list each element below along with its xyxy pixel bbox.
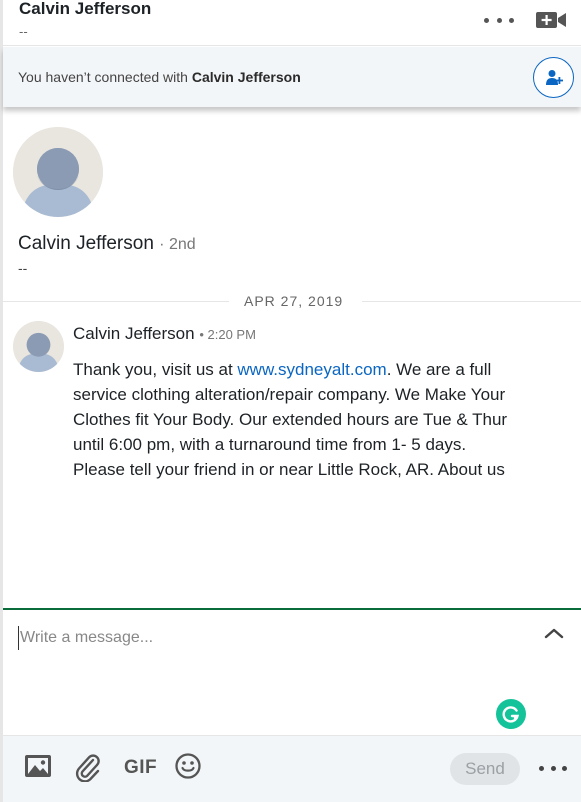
dot (562, 765, 567, 771)
not-connected-banner: You haven’t connected with Calvin Jeffer… (3, 47, 581, 107)
grammarly-g-glyph (502, 706, 520, 723)
paperclip-icon[interactable] (74, 752, 102, 782)
header-contact-name[interactable]: Calvin Jefferson (19, 0, 151, 19)
message-input[interactable] (18, 626, 518, 650)
connection-degree: · 2nd (159, 236, 196, 253)
send-button[interactable]: Send (450, 753, 520, 785)
person-silhouette-icon (13, 127, 103, 217)
video-call-icon[interactable] (536, 11, 566, 29)
message-text-before-link: Thank you, visit us at (73, 360, 238, 379)
dot (509, 17, 514, 23)
person-silhouette-icon (13, 321, 64, 372)
dot (484, 17, 489, 23)
message-composer (3, 610, 581, 735)
dot (539, 765, 544, 771)
message-sender-avatar[interactable] (13, 321, 64, 372)
gif-button[interactable]: GIF (124, 757, 157, 779)
dot (550, 765, 556, 771)
connect-button[interactable] (533, 57, 574, 98)
banner-text-prefix: You haven’t connected with (18, 69, 188, 85)
profile-subtitle: -- (18, 260, 28, 276)
banner-contact-name: Calvin Jefferson (191, 69, 301, 85)
profile-name[interactable]: Calvin Jefferson · 2nd (18, 233, 196, 255)
date-divider-line-left (3, 301, 229, 302)
more-options-icon[interactable] (539, 764, 567, 772)
date-divider-line-right (362, 301, 581, 302)
grammarly-icon[interactable] (496, 699, 526, 729)
message-sender: Calvin Jefferson • 2:20 PM (73, 324, 256, 344)
contact-avatar-large[interactable] (13, 127, 103, 217)
message-timestamp: • 2:20 PM (199, 327, 256, 342)
conversation-header: Calvin Jefferson -- (3, 0, 581, 46)
conversation-date: APR 27, 2019 (244, 293, 344, 309)
composer-toolbar: GIF Send (3, 735, 581, 802)
image-icon[interactable] (24, 754, 52, 778)
header-contact-subtitle: -- (19, 24, 28, 39)
banner-text: You haven’t connected with Calvin Jeffer… (18, 69, 301, 85)
add-person-icon (545, 69, 563, 85)
more-options-icon[interactable] (484, 10, 514, 30)
chevron-up-icon[interactable] (543, 626, 565, 640)
dot (496, 17, 502, 23)
message-link[interactable]: www.sydneyalt.com (237, 360, 386, 379)
profile-name-text[interactable]: Calvin Jefferson (18, 233, 154, 254)
message-body: Thank you, visit us at www.sydneyalt.com… (73, 357, 513, 482)
message-sender-name[interactable]: Calvin Jefferson (73, 324, 195, 343)
emoji-icon[interactable] (174, 752, 202, 780)
